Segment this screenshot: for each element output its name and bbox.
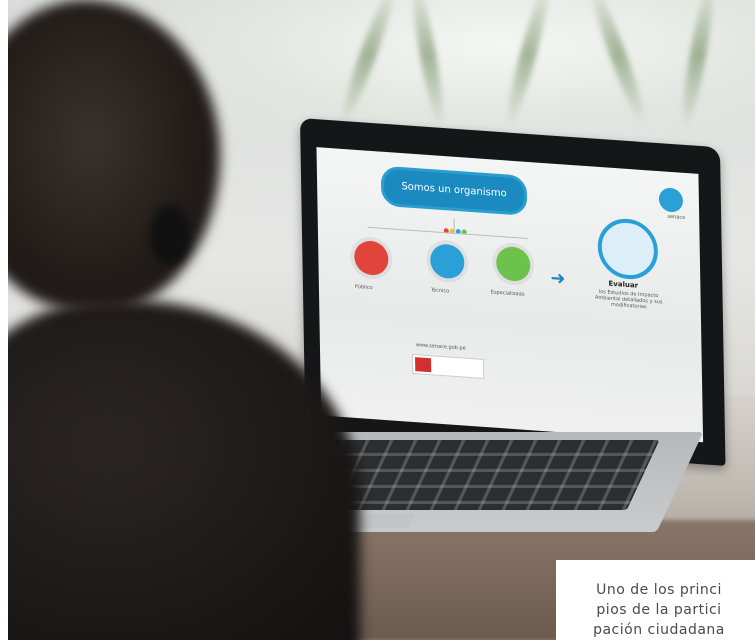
site-url: www.senace.gob.pe <box>415 342 466 352</box>
laptop-display: Somos un organismo Público Técnico Espec… <box>316 147 704 443</box>
caption-text: Uno de los princi pios de la partici pac… <box>570 580 748 640</box>
logo-label: senace <box>667 213 686 221</box>
connector-line <box>453 218 455 233</box>
arrow-icon: ➜ <box>550 267 566 290</box>
specialized-circle <box>495 245 531 283</box>
caption-line: Uno de los princi <box>596 582 722 598</box>
caption-line: pación ciudadana <box>593 622 725 638</box>
item-label: Especializado <box>490 289 525 298</box>
background-photo: Somos un organismo Público Técnico Espec… <box>0 0 755 640</box>
public-circle <box>354 239 389 277</box>
caption-line: pios de la partici <box>596 602 722 618</box>
government-logo <box>411 353 485 379</box>
evaluate-title: Evaluar <box>608 279 639 290</box>
item-label: Público <box>354 283 373 292</box>
left-margin <box>0 0 8 640</box>
screen-pill: Somos un organismo <box>380 165 528 216</box>
senace-logo-icon <box>658 187 684 213</box>
color-dots <box>443 218 468 235</box>
evaluator-circle <box>597 216 659 282</box>
evaluate-body: los Estudios de Impacto Ambiental detall… <box>594 288 663 311</box>
headphone <box>150 205 190 265</box>
item-label: Técnico <box>430 287 450 295</box>
caption-box: Uno de los princi pios de la partici pac… <box>556 560 755 640</box>
technical-circle <box>430 243 465 280</box>
laptop-screen: Somos un organismo Público Técnico Espec… <box>300 118 726 466</box>
